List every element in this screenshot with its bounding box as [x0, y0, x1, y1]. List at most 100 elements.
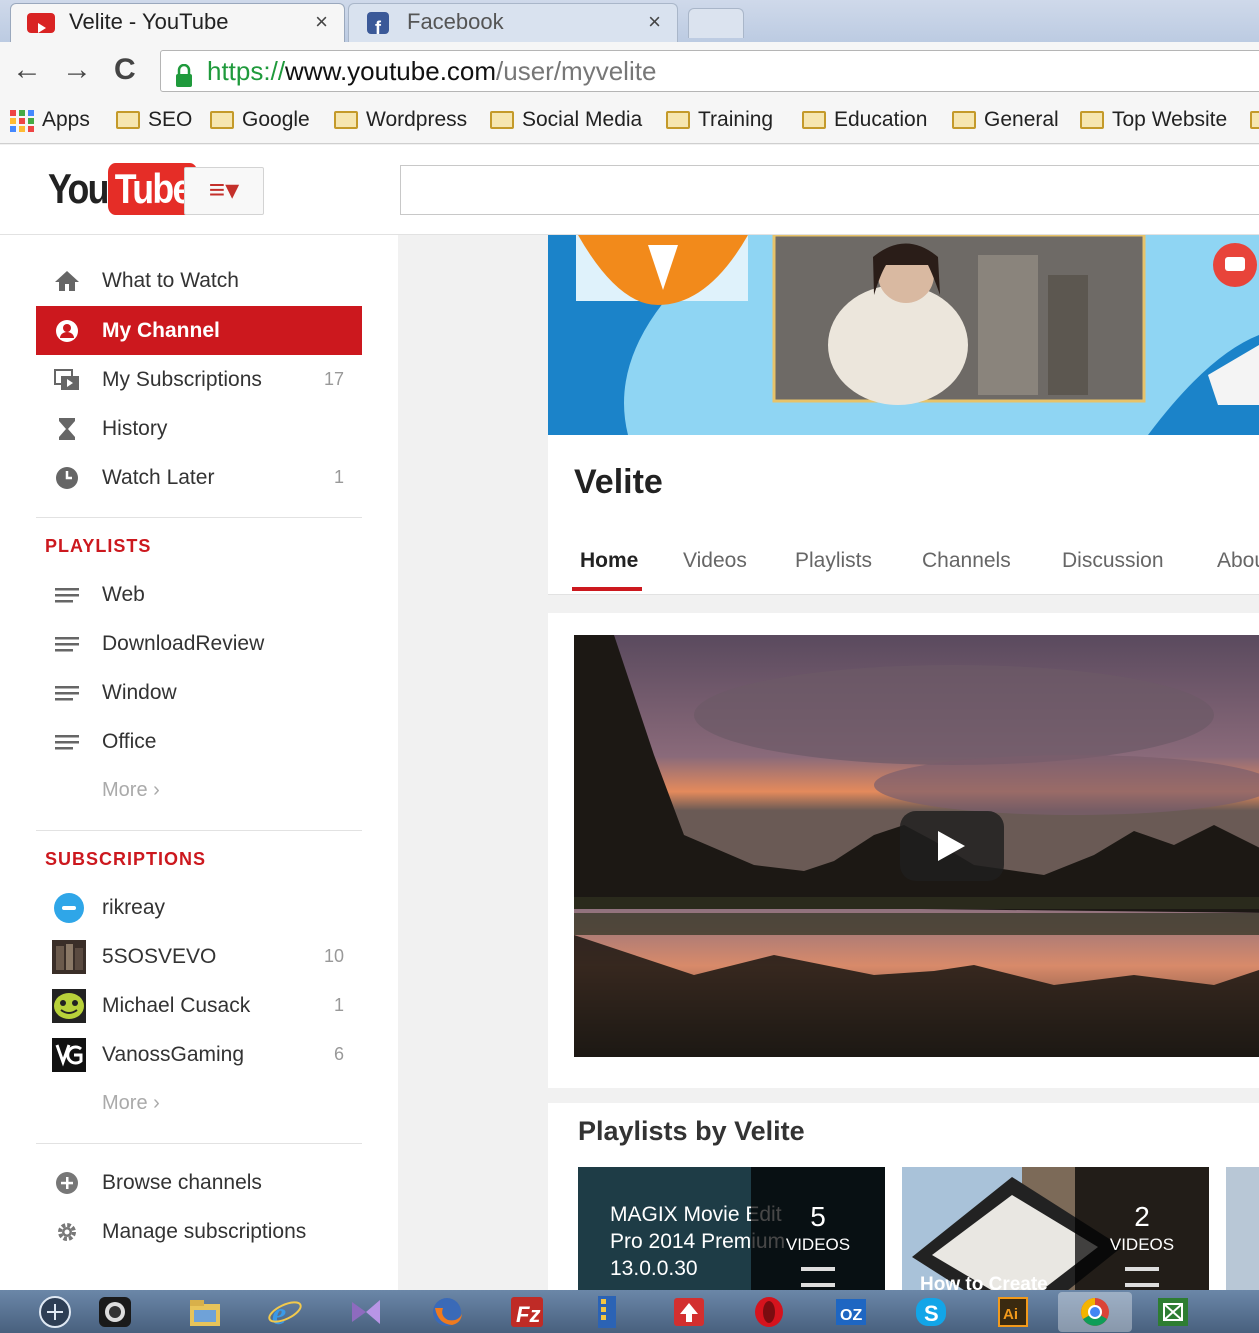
- forward-arrow-icon[interactable]: →: [62, 52, 92, 88]
- lock-icon: [175, 59, 193, 87]
- bookmark-label: Google: [242, 108, 310, 131]
- home-icon: [54, 269, 80, 293]
- start-button-icon[interactable]: [36, 1294, 74, 1330]
- sidebar-playlist-web[interactable]: Web: [36, 570, 362, 619]
- outlook-icon[interactable]: OZ: [832, 1294, 870, 1330]
- play-button[interactable]: [900, 811, 1004, 881]
- playlist-thumbnail[interactable]: [1226, 1167, 1259, 1292]
- sidebar-playlist-downloadreview[interactable]: DownloadReview: [36, 619, 362, 668]
- bookmark-folder-social-media[interactable]: Social Media: [490, 106, 642, 134]
- svg-text:OZ: OZ: [840, 1307, 862, 1324]
- sidebar-item-label: My Subscriptions: [102, 368, 262, 391]
- sidebar-item-my-channel[interactable]: My Channel: [36, 306, 362, 355]
- sidebar-subscription-rikreay[interactable]: rikreay: [36, 883, 362, 932]
- bookmark-folder-seo[interactable]: SEO: [116, 106, 192, 134]
- sidebar-item-label: Window: [102, 681, 177, 704]
- guide-sidebar: What to Watch My Channel My Subscription…: [0, 235, 398, 1290]
- playlist-thumbnail[interactable]: How to Create 2 VIDEOS: [902, 1167, 1209, 1292]
- hourglass-icon: [54, 417, 80, 441]
- section-heading[interactable]: Playlists by Velite: [578, 1116, 805, 1147]
- sidebar-item-label: Watch Later: [102, 466, 215, 489]
- bookmark-label: General: [984, 108, 1059, 131]
- sidebar-subscription-5sosvevo[interactable]: 5SOSVEVO 10: [36, 932, 362, 981]
- bookmark-folder-google[interactable]: Google: [210, 106, 310, 134]
- sidebar-item-my-subscriptions[interactable]: My Subscriptions 17: [36, 355, 362, 404]
- sidebar-playlist-office[interactable]: Office: [36, 717, 362, 766]
- tab-channels[interactable]: Channels: [922, 549, 1011, 573]
- subscription-count: 17: [323, 369, 344, 389]
- subscriptions-section-title[interactable]: SUBSCRIPTIONS: [45, 849, 206, 870]
- sidebar-item-label: Manage subscriptions: [102, 1220, 307, 1243]
- divider: [36, 517, 362, 518]
- tab-discussion[interactable]: Discussion: [1062, 549, 1164, 573]
- sidebar-item-label: Office: [102, 730, 157, 753]
- sidebar-item-watch-later[interactable]: Watch Later 1: [36, 453, 362, 502]
- active-tab-indicator: [572, 587, 642, 591]
- sidebar-item-label: What to Watch: [102, 269, 239, 292]
- playlists-more-link[interactable]: More ›: [102, 779, 160, 802]
- folder-icon: [666, 111, 690, 129]
- bookmark-folder-top-website[interactable]: Top Website: [1080, 106, 1227, 134]
- playlist-video-count: 5: [810, 1201, 826, 1232]
- search-input[interactable]: [400, 165, 1259, 215]
- bookmark-folder-general[interactable]: General: [952, 106, 1059, 134]
- camera-app-icon[interactable]: [96, 1294, 134, 1330]
- apps-grid-icon: [10, 110, 34, 132]
- chrome-taskbar-icon[interactable]: [1058, 1292, 1132, 1332]
- video-editor-icon[interactable]: [588, 1294, 626, 1330]
- bookmark-folder-education[interactable]: Education: [802, 106, 927, 134]
- playlist-thumbnail[interactable]: MAGIX Movie Edit Pro 2014 Premium 13.0.0…: [578, 1167, 885, 1292]
- sidebar-item-label: Michael Cusack: [102, 994, 251, 1017]
- playlist-icon: [54, 583, 80, 607]
- guide-menu-button[interactable]: ≡▾: [184, 167, 264, 215]
- divider: [36, 1143, 362, 1144]
- folder-icon: [1250, 111, 1259, 129]
- bookmark-folder-wordpress[interactable]: Wordpress: [334, 106, 467, 134]
- tab-videos[interactable]: Videos: [683, 549, 747, 573]
- youtube-masthead: You Tube ≡▾: [0, 145, 1259, 235]
- sidebar-manage-subscriptions[interactable]: Manage subscriptions: [36, 1207, 362, 1256]
- sidebar-playlist-window[interactable]: Window: [36, 668, 362, 717]
- illustrator-icon[interactable]: Ai: [994, 1294, 1032, 1330]
- folder-icon: [334, 111, 358, 129]
- skype-icon[interactable]: S: [912, 1294, 950, 1330]
- tab-close-button[interactable]: ×: [648, 4, 661, 40]
- bookmark-label: Wordpress: [366, 108, 468, 131]
- playlists-section-title[interactable]: PLAYLISTS: [45, 536, 151, 557]
- tab-about[interactable]: Abou: [1217, 549, 1259, 573]
- internet-explorer-icon[interactable]: e: [266, 1294, 304, 1331]
- sidebar-browse-channels[interactable]: Browse channels: [36, 1158, 362, 1207]
- back-arrow-icon[interactable]: ←: [12, 52, 42, 88]
- user-icon: [54, 319, 80, 343]
- address-bar[interactable]: https://www.youtube.com/user/myvelite: [160, 50, 1259, 92]
- browser-tab-facebook[interactable]: f Facebook ×: [348, 3, 678, 42]
- bookmark-apps[interactable]: Apps: [10, 106, 90, 134]
- visual-studio-icon[interactable]: [346, 1294, 384, 1330]
- video-player[interactable]: [574, 635, 1259, 1057]
- project-app-icon[interactable]: [1154, 1294, 1192, 1330]
- youtube-icon: [27, 13, 55, 33]
- subscriptions-more-link[interactable]: More ›: [102, 1092, 160, 1115]
- folder-icon: [116, 111, 140, 129]
- browser-tab-youtube[interactable]: Velite - YouTube ×: [10, 3, 345, 42]
- sidebar-item-what-to-watch[interactable]: What to Watch: [36, 256, 362, 305]
- sidebar-item-history[interactable]: History: [36, 404, 362, 453]
- sidebar-subscription-michael-cusack[interactable]: Michael Cusack 1: [36, 981, 362, 1030]
- bookmark-folder-training[interactable]: Training: [666, 106, 773, 134]
- bookmark-label: Education: [834, 108, 928, 131]
- sidebar-subscription-vanossgaming[interactable]: VanossGaming 6: [36, 1030, 362, 1079]
- tab-close-button[interactable]: ×: [315, 4, 328, 40]
- svg-text:Ai: Ai: [1003, 1306, 1018, 1323]
- playlist-videos-label: VIDEOS: [1109, 1235, 1175, 1254]
- tab-playlists[interactable]: Playlists: [795, 549, 872, 573]
- bookmark-label: Apps: [42, 108, 90, 131]
- new-tab-button[interactable]: [688, 8, 744, 38]
- avatar: [52, 940, 86, 974]
- firefox-icon[interactable]: [428, 1294, 466, 1330]
- tab-home[interactable]: Home: [580, 549, 638, 573]
- opera-icon[interactable]: [750, 1294, 788, 1330]
- filezilla-icon[interactable]: Fz: [508, 1294, 546, 1330]
- file-explorer-icon[interactable]: [186, 1294, 224, 1330]
- upload-app-icon[interactable]: [670, 1294, 708, 1330]
- reload-icon[interactable]: C: [114, 52, 136, 88]
